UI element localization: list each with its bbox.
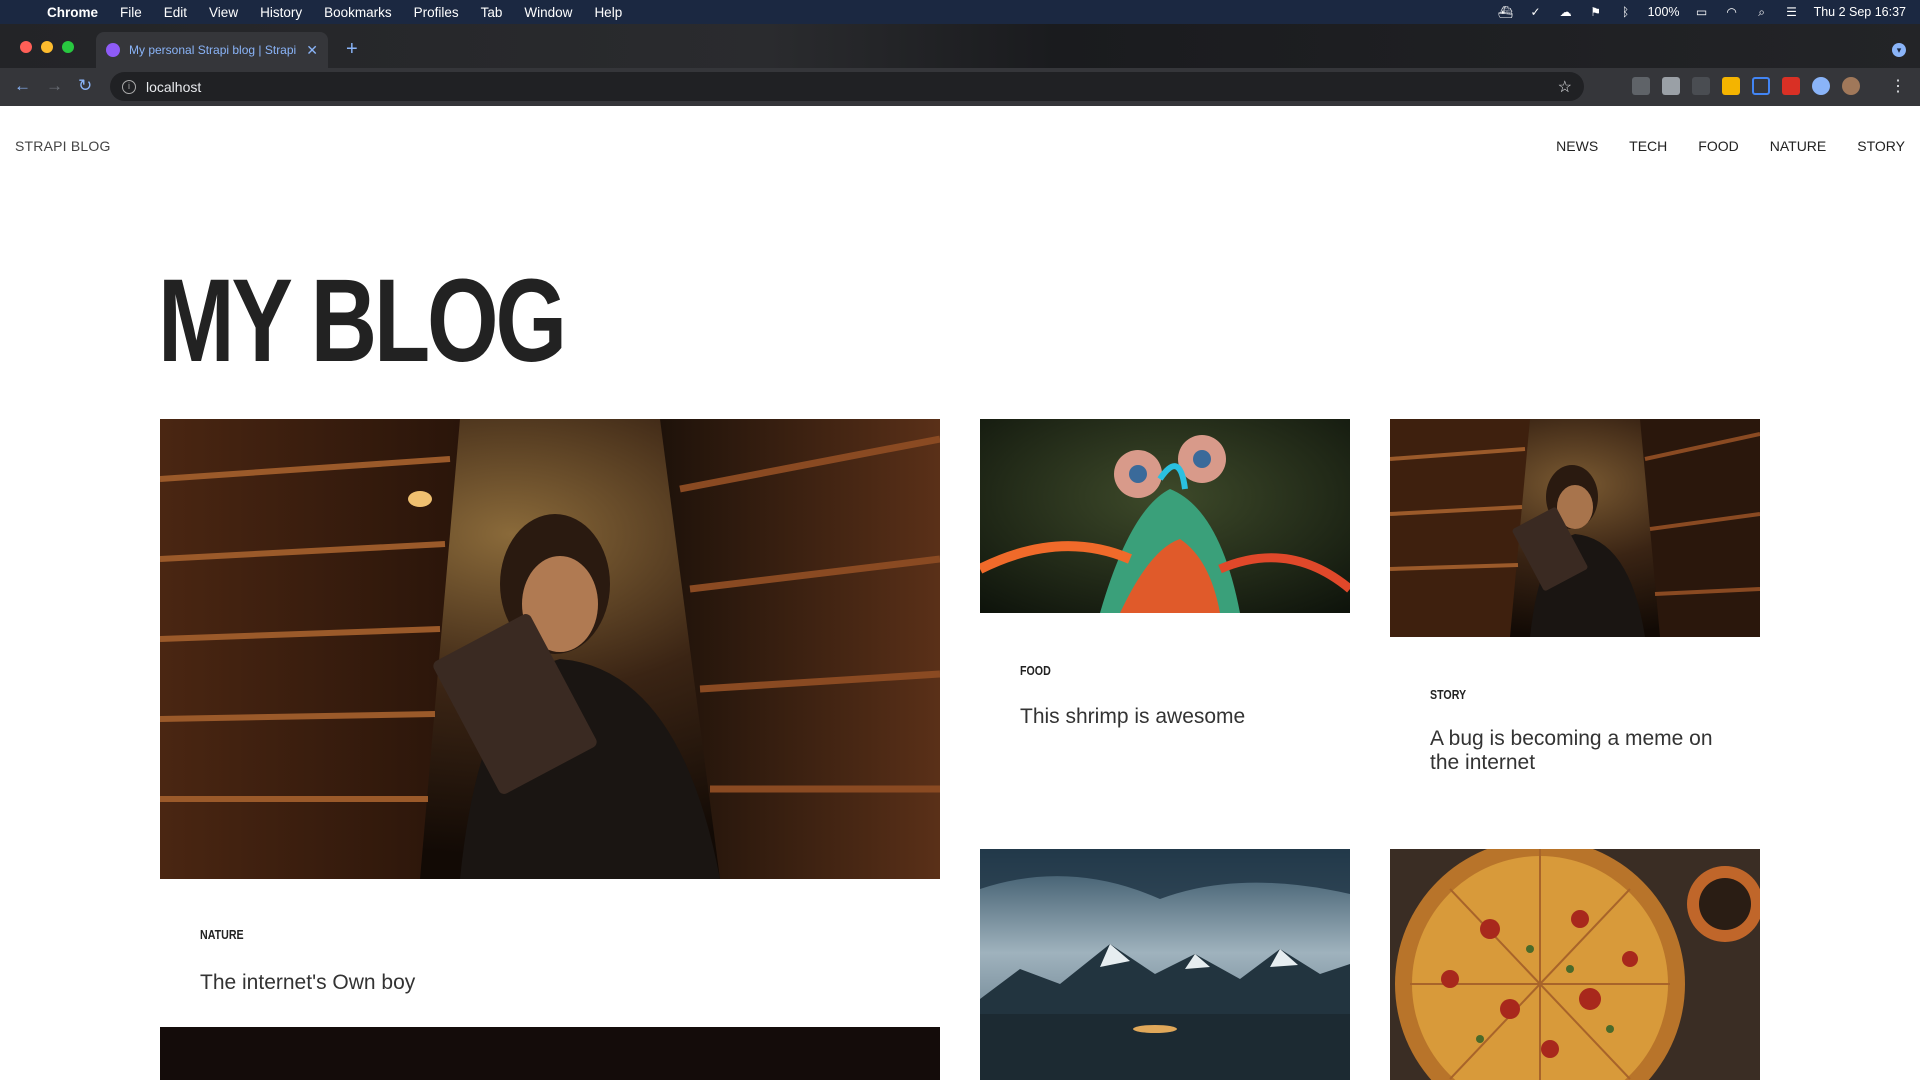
wifi-icon[interactable]: ◠ (1724, 5, 1740, 19)
spotlight-search-icon[interactable]: ⌕ (1754, 5, 1770, 19)
nav-news[interactable]: NEWS (1556, 138, 1598, 154)
macos-menubar: Chrome File Edit View History Bookmarks … (0, 0, 1920, 24)
window-controls (20, 41, 74, 53)
menu-profiles[interactable]: Profiles (403, 5, 470, 20)
article-image-next[interactable] (160, 1027, 940, 1080)
tab-title: My personal Strapi blog | Strapi (129, 43, 297, 57)
article-card-story[interactable]: STORY A bug is becoming a meme on the in… (1390, 419, 1760, 779)
menu-file[interactable]: File (109, 5, 153, 20)
help-extension-icon[interactable] (1632, 77, 1650, 95)
creative-cloud-icon[interactable]: ☁ (1558, 5, 1574, 19)
article-category[interactable]: NATURE (200, 927, 244, 942)
tab-search-chevron-icon[interactable]: ▾ (1892, 43, 1906, 57)
drive-extension-icon[interactable] (1752, 77, 1770, 95)
profile-avatar[interactable] (1842, 77, 1860, 95)
browser-toolbar: ← → ↻ i localhost ☆ ⋮ (0, 68, 1920, 106)
article-image-library (160, 419, 940, 879)
article-image-library-small (1390, 419, 1760, 637)
active-tab[interactable]: My personal Strapi blog | Strapi ✕ (96, 32, 328, 68)
status-area: ⛴ ✓ ☁ ⚑ ᛒ 100% ▭ ◠ ⌕ ☰ Thu 2 Sep 16:37 (1498, 0, 1906, 24)
chrome-menu-icon[interactable]: ⋮ (1890, 76, 1906, 96)
minimize-window-button[interactable] (41, 41, 53, 53)
article-title[interactable]: This shrimp is awesome (1020, 705, 1320, 729)
page-title: MY BLOG (158, 255, 567, 387)
menu-history[interactable]: History (249, 5, 313, 20)
article-title[interactable]: A bug is becoming a meme on the internet (1430, 727, 1720, 775)
article-image-pizza (1390, 849, 1760, 1080)
browser-tab-strip: My personal Strapi blog | Strapi ✕ + ▾ (0, 24, 1920, 68)
nav-food[interactable]: FOOD (1698, 138, 1738, 154)
grid-extension-icon[interactable] (1692, 77, 1710, 95)
url-text[interactable]: localhost (146, 79, 1558, 95)
battery-icon[interactable]: ▭ (1694, 5, 1710, 19)
close-tab-icon[interactable]: ✕ (306, 42, 318, 59)
menu-tab[interactable]: Tab (470, 5, 514, 20)
puzzle-extensions-icon[interactable] (1812, 77, 1830, 95)
address-bar[interactable]: i localhost ☆ (110, 72, 1584, 101)
menu-view[interactable]: View (198, 5, 249, 20)
reload-icon[interactable]: ↻ (78, 76, 92, 96)
site-nav: NEWS TECH FOOD NATURE STORY (1556, 138, 1905, 154)
printer-extension-icon[interactable] (1662, 77, 1680, 95)
clock[interactable]: Thu 2 Sep 16:37 (1814, 5, 1906, 19)
menu-edit[interactable]: Edit (153, 5, 198, 20)
menu-window[interactable]: Window (513, 5, 583, 20)
zoom-window-button[interactable] (62, 41, 74, 53)
menu-bookmarks[interactable]: Bookmarks (313, 5, 403, 20)
web-page: STRAPI BLOG NEWS TECH FOOD NATURE STORY … (0, 106, 1920, 1080)
nav-story[interactable]: STORY (1857, 138, 1905, 154)
article-card-mountains[interactable] (980, 849, 1350, 1080)
forward-arrow-icon[interactable]: → (46, 76, 63, 96)
article-image-mountains (980, 849, 1350, 1080)
red-extension-icon[interactable] (1782, 77, 1800, 95)
bookmark-star-icon[interactable]: ☆ (1558, 77, 1572, 97)
site-info-icon[interactable]: i (122, 79, 136, 94)
battery-percent: 100% (1647, 5, 1680, 19)
new-tab-plus-icon[interactable]: + (346, 38, 358, 61)
docker-icon[interactable]: ⛴ (1498, 5, 1514, 19)
article-card-food[interactable]: FOOD This shrimp is awesome (980, 419, 1350, 759)
checkmark-status-icon[interactable]: ✓ (1528, 5, 1544, 19)
site-brand[interactable]: STRAPI BLOG (15, 138, 111, 154)
close-window-button[interactable] (20, 41, 32, 53)
strapi-favicon-icon (106, 43, 120, 57)
nav-nature[interactable]: NATURE (1770, 138, 1827, 154)
article-title[interactable]: The internet's Own boy (200, 971, 880, 995)
bluetooth-icon[interactable]: ᛒ (1618, 5, 1634, 19)
article-image-shrimp (980, 419, 1350, 613)
extensions-area (1632, 77, 1860, 95)
control-center-icon[interactable]: ☰ (1784, 5, 1800, 19)
nav-tech[interactable]: TECH (1629, 138, 1667, 154)
article-category[interactable]: FOOD (1020, 663, 1051, 678)
menu-help[interactable]: Help (583, 5, 633, 20)
back-arrow-icon[interactable]: ← (14, 76, 31, 96)
app-menu-chrome[interactable]: Chrome (36, 5, 109, 20)
article-category[interactable]: STORY (1430, 687, 1466, 702)
article-card-pizza[interactable] (1390, 849, 1760, 1080)
flag-icon[interactable]: ⚑ (1588, 5, 1604, 19)
yellow-extension-icon[interactable] (1722, 77, 1740, 95)
article-card-nature[interactable]: NATURE The internet's Own boy (160, 419, 940, 1019)
